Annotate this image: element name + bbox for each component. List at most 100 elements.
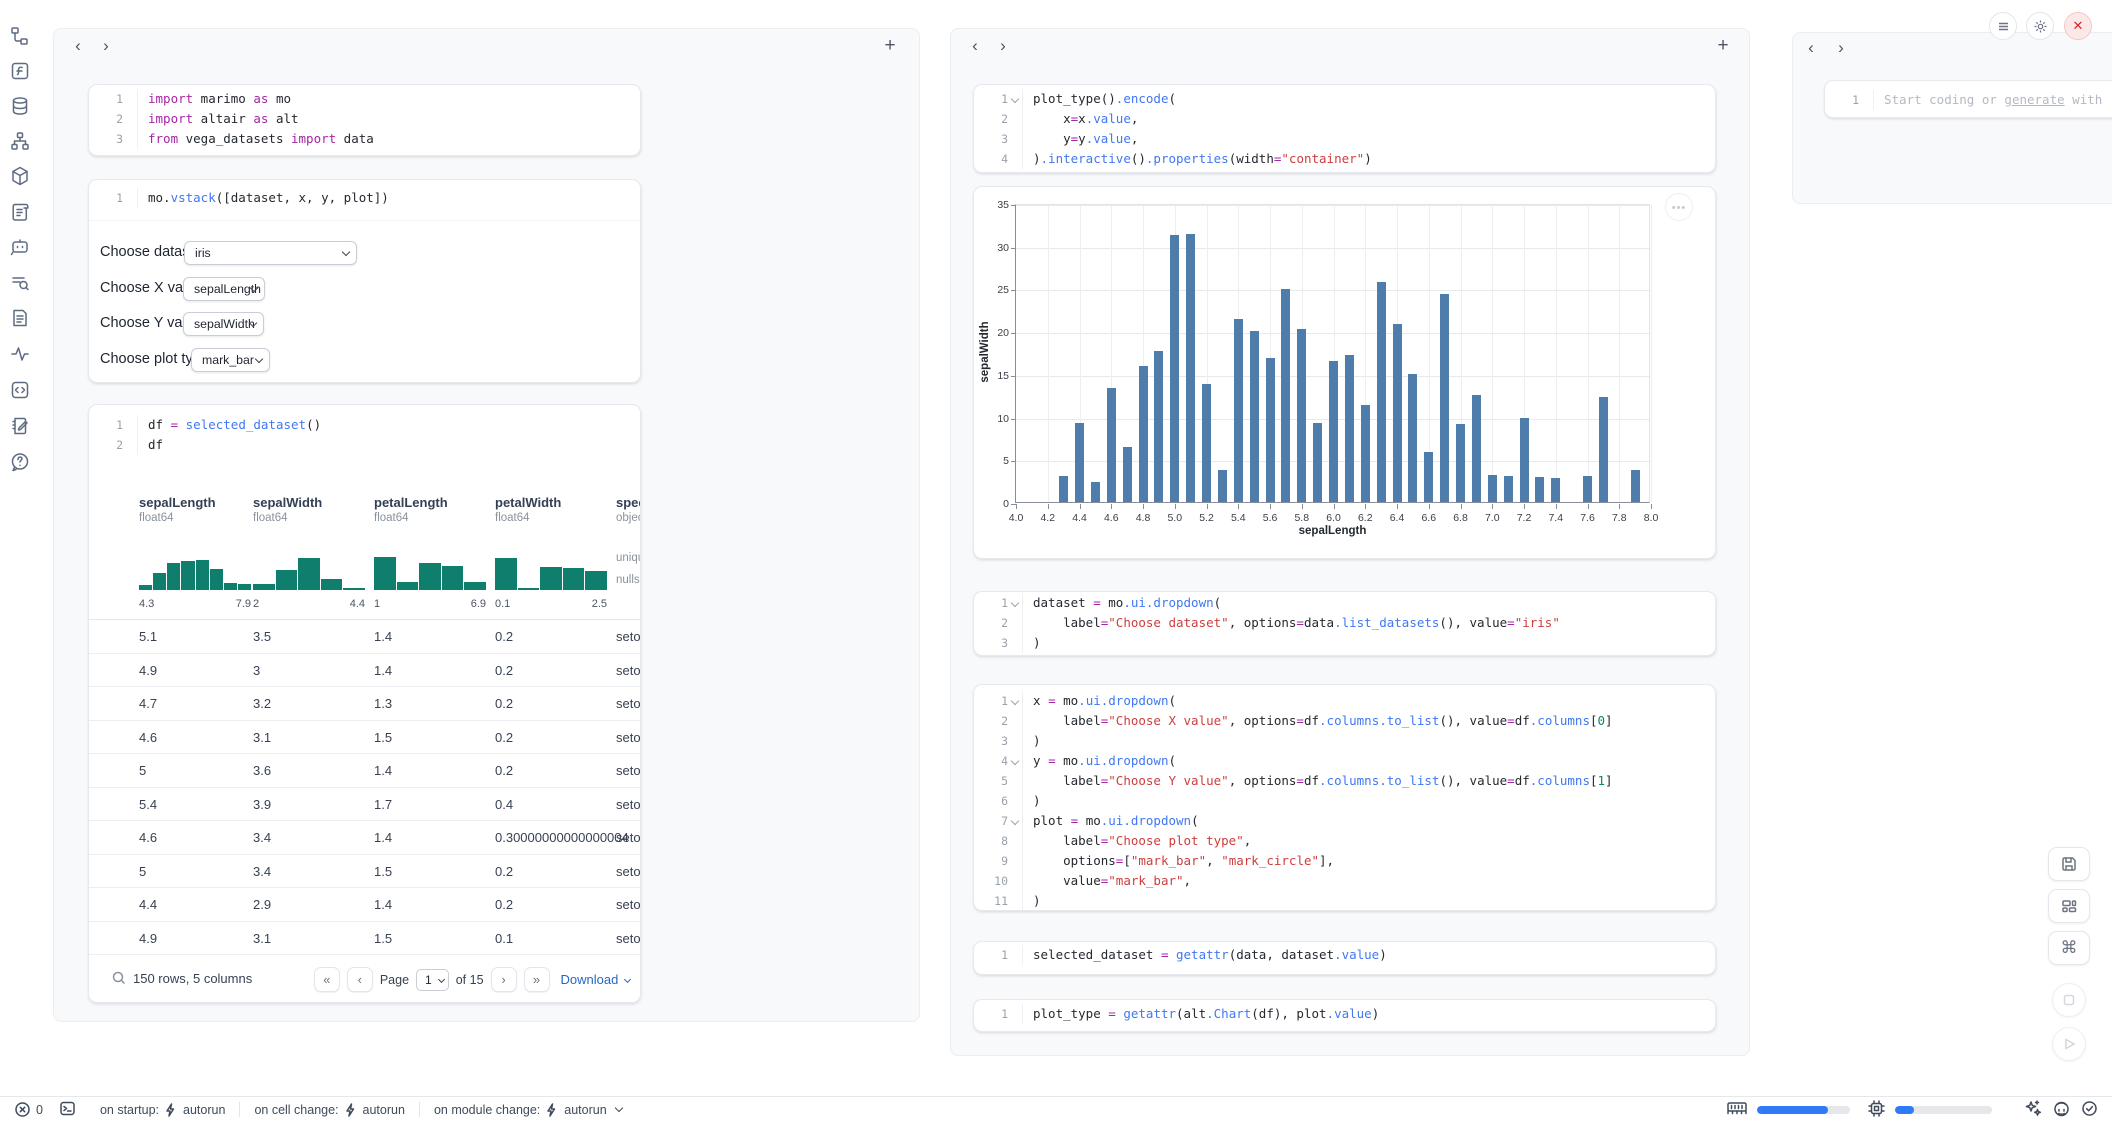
table-cell: setos (616, 821, 641, 855)
on-module-change-setting[interactable]: on module change: autorun (434, 1103, 622, 1117)
line-number: 9 (974, 851, 1008, 871)
chart-bar (1440, 294, 1449, 502)
run-button[interactable] (2052, 1027, 2086, 1061)
save-button[interactable] (2048, 847, 2090, 881)
table-cell: setos (616, 620, 641, 654)
error-count-badge[interactable]: 0 (14, 1101, 43, 1118)
scratchpad-icon[interactable] (9, 415, 33, 439)
page-select[interactable]: 1 (416, 969, 449, 991)
tracing-icon[interactable] (9, 343, 33, 367)
hist-bar (495, 558, 517, 590)
cell-plot-type: 1plot_type = getattr(alt.Chart(df), plot… (973, 999, 1716, 1032)
code-editor[interactable]: 1df = selected_dataset()2df (89, 405, 640, 455)
bolt-icon (546, 1103, 558, 1117)
code-text: y = mo.ui.dropdown( (1022, 751, 1176, 771)
column-name: sepalWidth (253, 495, 322, 510)
y-tick-label: 30 (983, 242, 1009, 254)
line-number: 5 (974, 771, 1008, 791)
chart-bar (1059, 476, 1068, 502)
code-text: dataset = mo.ui.dropdown( (1022, 593, 1221, 613)
column-scroll-right-button[interactable]: › (94, 35, 118, 59)
cell-empty-editor[interactable]: 1 Start coding or generate with (1824, 80, 2112, 118)
first-page-button[interactable]: « (314, 967, 340, 992)
connection-status-icon[interactable] (2081, 1100, 2098, 1120)
column-scroll-right-button[interactable]: › (991, 35, 1015, 59)
next-page-button[interactable]: › (491, 967, 517, 992)
generate-link[interactable]: generate (2004, 92, 2064, 107)
code-line: 7plot = mo.ui.dropdown( (974, 811, 1715, 831)
cell-xy-dropdowns: 1x = mo.ui.dropdown(2 label="Choose X va… (973, 684, 1716, 911)
column-type: objec (616, 512, 641, 524)
code-line: 10 value="mark_bar", (974, 871, 1715, 891)
notebook-menu-button[interactable] (1989, 12, 2017, 40)
outline-icon[interactable] (9, 272, 33, 296)
ai-assistant-button[interactable] (2052, 1100, 2071, 1120)
on-startup-setting[interactable]: on startup: autorun (100, 1103, 225, 1117)
prev-page-button[interactable]: ‹ (347, 967, 373, 992)
chart-plot-area[interactable]: 051015202530354.04.24.44.64.85.05.25.45.… (1015, 204, 1650, 503)
chart-bar (1218, 470, 1227, 502)
code-editor[interactable]: 1mo.vstack([dataset, x, y, plot]) (89, 180, 640, 208)
settings-gear-button[interactable] (2026, 12, 2054, 40)
documentation-icon[interactable] (9, 307, 33, 331)
code-editor[interactable]: 1dataset = mo.ui.dropdown(2 label="Choos… (974, 592, 1715, 653)
dropdown-select[interactable]: mark_bar (191, 348, 270, 372)
hist-bar (419, 563, 441, 590)
code-editor[interactable]: 1plot_type().encode(2 x=x.value,3 y=y.va… (974, 85, 1715, 169)
code-text: plot = mo.ui.dropdown( (1022, 811, 1199, 831)
keyboard-shortcuts-button[interactable]: ⌘ (2048, 931, 2090, 965)
code-line: 1dataset = mo.ui.dropdown( (974, 593, 1715, 613)
snippets-icon[interactable] (9, 379, 33, 403)
range-min: 1 (374, 598, 380, 610)
datasources-icon[interactable] (9, 95, 33, 119)
add-cell-button[interactable]: + (1711, 35, 1735, 59)
column-scroll-right-button[interactable]: › (1829, 37, 1853, 61)
search-icon[interactable] (111, 970, 127, 991)
stop-button[interactable] (2052, 983, 2086, 1017)
code-editor[interactable]: 1import marimo as mo2import altair as al… (89, 85, 640, 149)
layout-toggle-button[interactable] (2048, 889, 2090, 923)
code-editor[interactable]: 1plot_type = getattr(alt.Chart(df), plot… (974, 1000, 1715, 1024)
line-number: 1 (89, 89, 123, 109)
close-panel-button[interactable]: ✕ (2064, 12, 2092, 40)
x-tick-label: 6.4 (1382, 512, 1412, 524)
logs-icon[interactable] (9, 201, 33, 225)
code-text: ) (1022, 633, 1041, 653)
last-page-button[interactable]: » (524, 967, 550, 992)
y-tick-label: 5 (983, 455, 1009, 467)
table-row: 5.13.51.40.2setos (89, 620, 640, 654)
chart-bar (1091, 482, 1100, 502)
ai-chat-icon[interactable] (9, 236, 33, 260)
code-editor[interactable]: 1selected_dataset = getattr(data, datase… (974, 942, 1715, 965)
chart-bar (1456, 424, 1465, 502)
dropdown-select[interactable]: sepalLength (183, 277, 265, 301)
help-icon[interactable] (9, 451, 33, 475)
chart-menu-button[interactable]: ••• (1665, 193, 1693, 221)
terminal-icon[interactable] (59, 1100, 76, 1120)
functions-icon[interactable] (9, 60, 33, 84)
bolt-icon (165, 1103, 177, 1117)
tick-mark (1011, 461, 1016, 462)
chart-bar (1488, 475, 1497, 502)
chart-bar (1139, 366, 1148, 502)
code-editor[interactable]: 1x = mo.ui.dropdown(2 label="Choose X va… (974, 685, 1715, 911)
file-explorer-icon[interactable] (9, 25, 33, 49)
tick-mark (1556, 504, 1557, 509)
line-number: 2 (89, 109, 123, 129)
chart-bar (1408, 374, 1417, 502)
table-cell: setos (616, 721, 641, 755)
column-scroll-left-button[interactable]: ‹ (1799, 37, 1823, 61)
chart-bar (1599, 397, 1608, 502)
download-button[interactable]: Download (561, 972, 630, 987)
on-cell-change-setting[interactable]: on cell change: autorun (254, 1103, 405, 1117)
dropdown-select[interactable]: sepalWidth (183, 312, 264, 336)
code-line: 8 label="Choose plot type", (974, 831, 1715, 851)
add-cell-button[interactable]: + (878, 35, 902, 59)
column-scroll-left-button[interactable]: ‹ (963, 35, 987, 59)
code-text: value="mark_bar", (1022, 871, 1191, 891)
packages-icon[interactable] (9, 165, 33, 189)
ai-sparkles-button[interactable] (2024, 1099, 2042, 1120)
column-scroll-left-button[interactable]: ‹ (66, 35, 90, 59)
dropdown-select[interactable]: iris (184, 241, 357, 265)
dependency-graph-icon[interactable] (9, 130, 33, 154)
